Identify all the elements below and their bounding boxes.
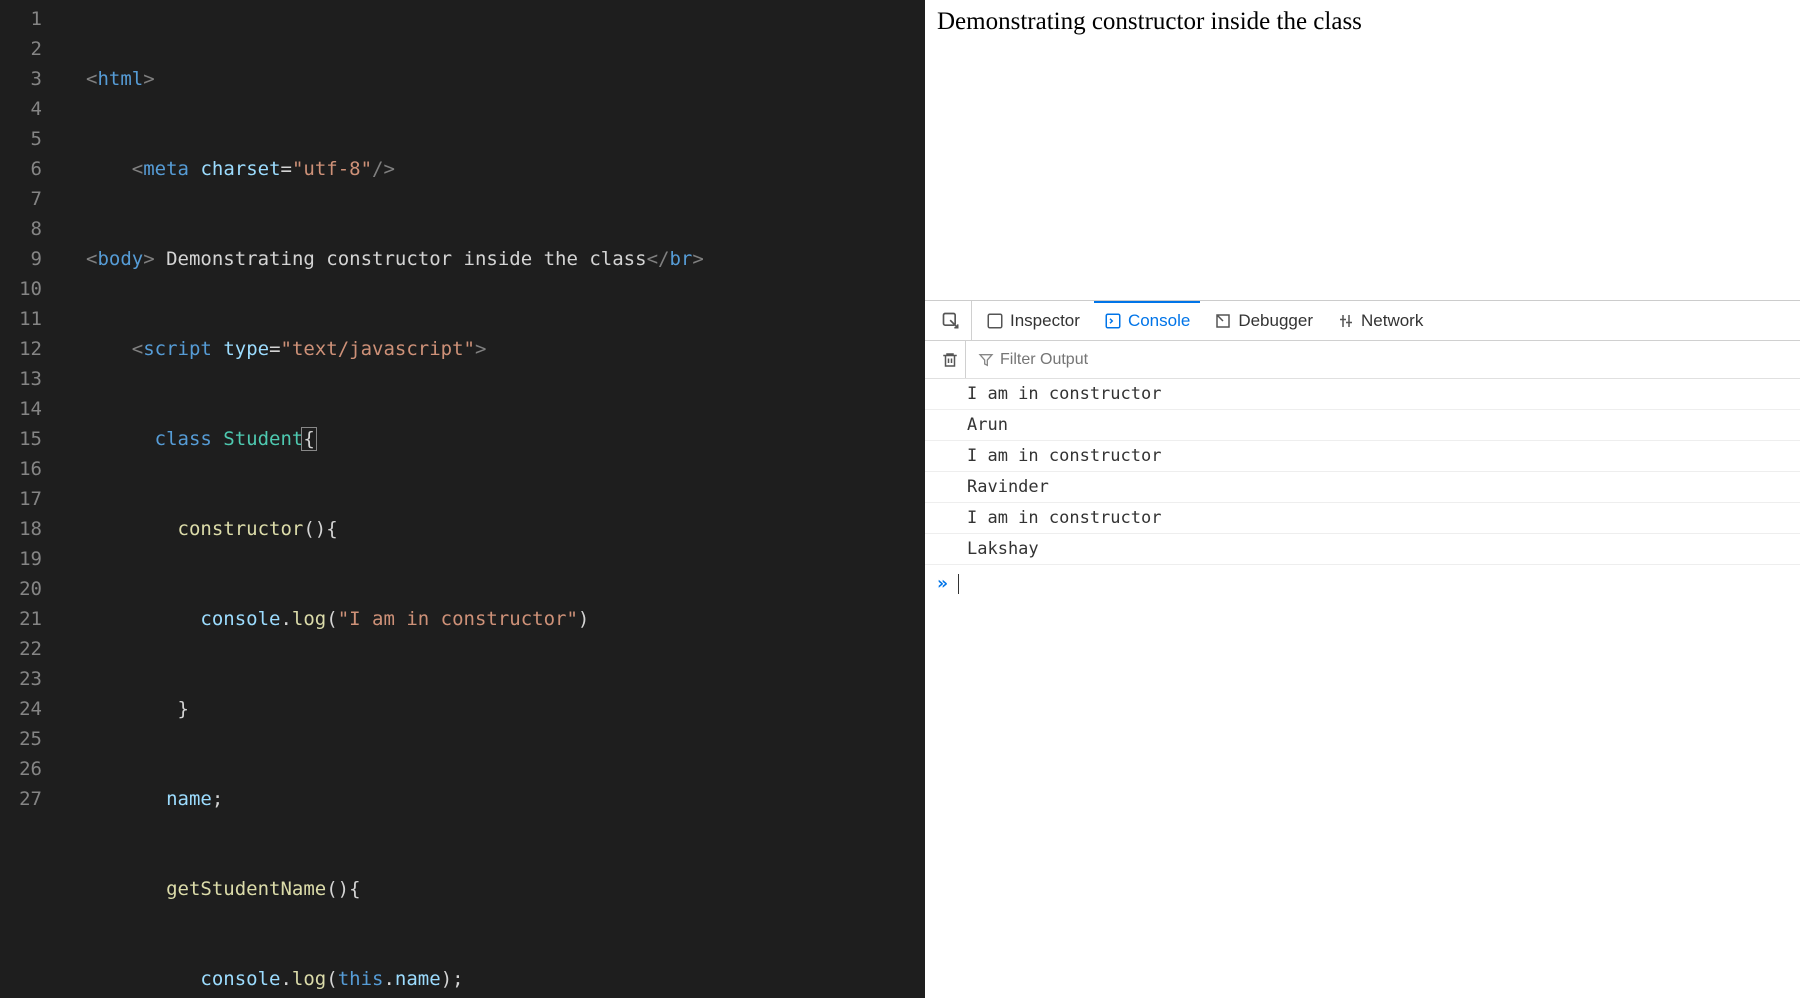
line-number-gutter: 1 2 3 4 5 6 7 8 9 10 11 12 13 14 15 16 1… (0, 0, 60, 998)
line-number: 4 (0, 94, 60, 124)
pointer-icon (941, 311, 961, 331)
tab-console[interactable]: Console (1094, 301, 1200, 340)
filter-input[interactable] (1000, 351, 1790, 369)
inspector-icon (986, 312, 1004, 330)
line-number: 16 (0, 454, 60, 484)
line-number: 18 (0, 514, 60, 544)
code-line[interactable]: console.log(this.name); (60, 964, 925, 994)
line-number: 25 (0, 724, 60, 754)
code-line[interactable]: name; (60, 784, 925, 814)
code-line[interactable]: constructor(){ (60, 514, 925, 544)
line-number: 13 (0, 364, 60, 394)
console-icon (1104, 312, 1122, 330)
line-number: 6 (0, 154, 60, 184)
console-prompt-icon: » (937, 573, 948, 594)
tab-inspector[interactable]: Inspector (976, 301, 1090, 340)
line-number: 8 (0, 214, 60, 244)
line-number: 15 (0, 424, 60, 454)
code-line[interactable]: <meta charset="utf-8"/> (60, 154, 925, 184)
tab-label: Network (1361, 311, 1423, 331)
line-number: 2 (0, 34, 60, 64)
code-line[interactable]: getStudentName(){ (60, 874, 925, 904)
filter-icon (978, 352, 994, 368)
network-icon (1337, 312, 1355, 330)
line-number: 9 (0, 244, 60, 274)
filter-wrap (978, 351, 1790, 369)
line-number: 23 (0, 664, 60, 694)
console-output: I am in constructor Arun I am in constru… (925, 379, 1800, 998)
browser-pane: Demonstrating constructor inside the cla… (925, 0, 1800, 998)
line-number: 14 (0, 394, 60, 424)
console-input-row[interactable]: » (925, 565, 1800, 602)
page-text: Demonstrating constructor inside the cla… (937, 8, 1362, 35)
code-content[interactable]: <html> <meta charset="utf-8"/> <body> De… (60, 0, 925, 998)
code-line[interactable]: <body> Demonstrating constructor inside … (60, 244, 925, 274)
console-toolbar (925, 341, 1800, 379)
line-number: 20 (0, 574, 60, 604)
console-log-row: Arun (925, 410, 1800, 441)
line-number: 3 (0, 64, 60, 94)
console-log-row: Lakshay (925, 534, 1800, 565)
line-number: 21 (0, 604, 60, 634)
code-line[interactable]: <script type="text/javascript"> (60, 334, 925, 364)
line-number: 27 (0, 784, 60, 814)
line-number: 24 (0, 694, 60, 724)
tab-network[interactable]: Network (1327, 301, 1433, 340)
code-line[interactable]: } (60, 694, 925, 724)
tab-label: Inspector (1010, 311, 1080, 331)
line-number: 17 (0, 484, 60, 514)
code-line[interactable]: console.log("I am in constructor") (60, 604, 925, 634)
console-cursor (958, 574, 959, 594)
line-number: 12 (0, 334, 60, 364)
trash-icon (941, 351, 959, 369)
line-number: 22 (0, 634, 60, 664)
code-line[interactable]: <html> (60, 64, 925, 94)
tab-debugger[interactable]: Debugger (1204, 301, 1323, 340)
line-number: 10 (0, 274, 60, 304)
debugger-icon (1214, 312, 1232, 330)
element-picker-button[interactable] (931, 301, 972, 340)
clear-console-button[interactable] (935, 341, 966, 378)
console-log-row: I am in constructor (925, 503, 1800, 534)
tab-label: Debugger (1238, 311, 1313, 331)
console-log-row: Ravinder (925, 472, 1800, 503)
line-number: 19 (0, 544, 60, 574)
code-line[interactable]: class Student{ (60, 424, 925, 454)
line-number: 1 (0, 4, 60, 34)
console-log-row: I am in constructor (925, 441, 1800, 472)
tab-label: Console (1128, 311, 1190, 331)
line-number: 11 (0, 304, 60, 334)
devtools-tabs: Inspector Console Debugger Network (925, 301, 1800, 341)
line-number: 26 (0, 754, 60, 784)
line-number: 7 (0, 184, 60, 214)
console-log-row: I am in constructor (925, 379, 1800, 410)
line-number: 5 (0, 124, 60, 154)
code-editor-pane: 1 2 3 4 5 6 7 8 9 10 11 12 13 14 15 16 1… (0, 0, 925, 998)
rendered-page: Demonstrating constructor inside the cla… (925, 0, 1800, 300)
devtools-panel: Inspector Console Debugger Network (925, 300, 1800, 998)
